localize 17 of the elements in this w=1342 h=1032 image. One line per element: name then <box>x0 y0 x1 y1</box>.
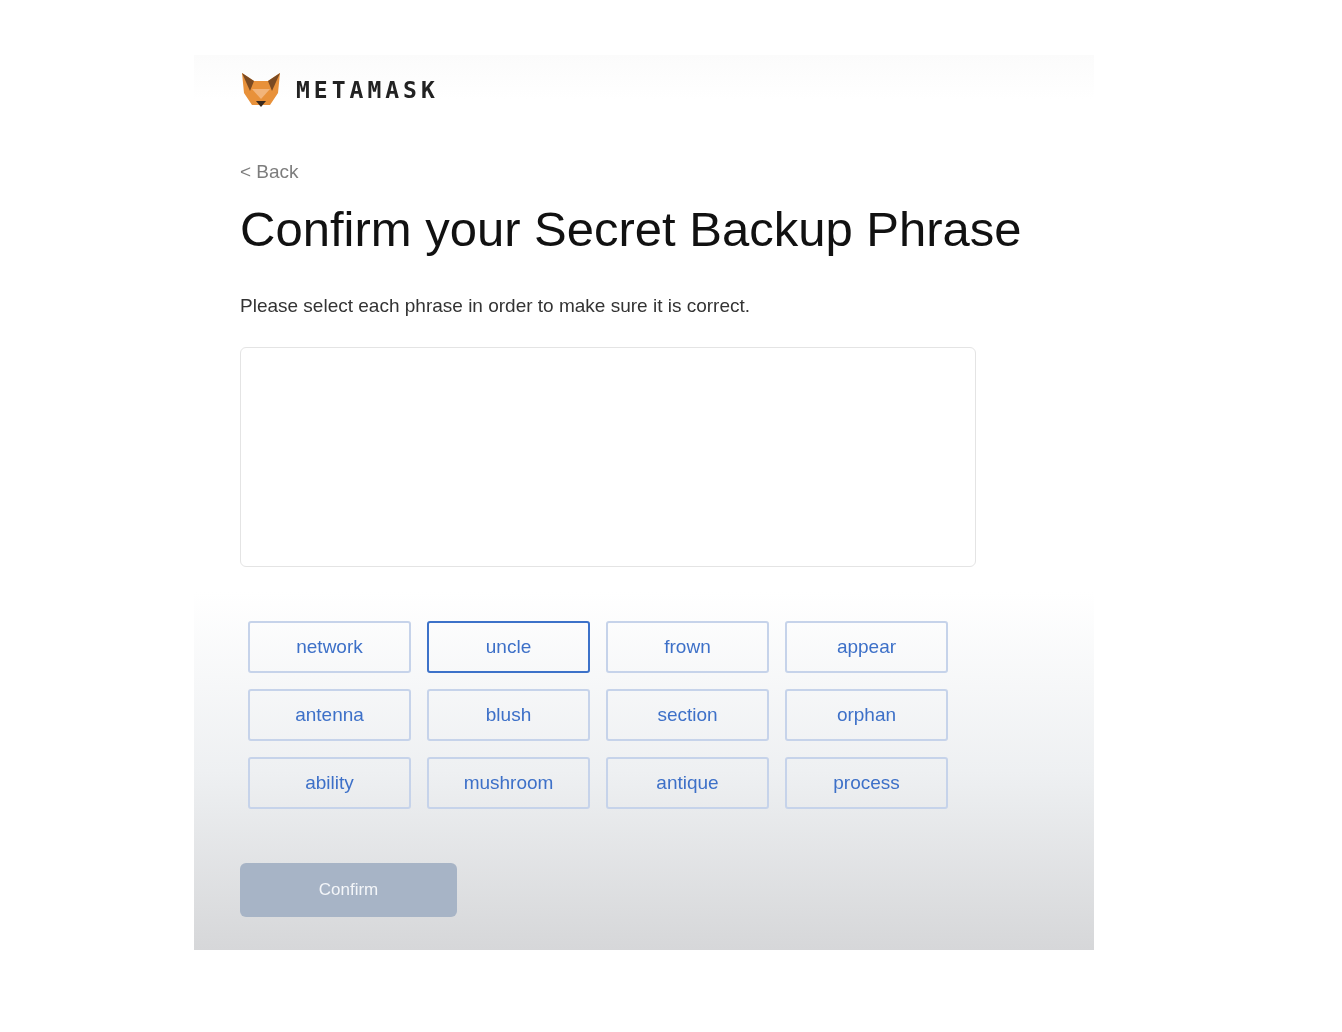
word-button[interactable]: ability <box>248 757 411 809</box>
word-button[interactable]: mushroom <box>427 757 590 809</box>
instructions-text: Please select each phrase in order to make sure it is correct. <box>240 295 751 317</box>
word-button[interactable]: antenna <box>248 689 411 741</box>
page-title: Confirm your Secret Backup Phrase <box>240 201 1022 257</box>
word-button[interactable]: process <box>785 757 948 809</box>
word-button[interactable]: uncle <box>427 621 590 673</box>
word-button[interactable]: antique <box>606 757 769 809</box>
word-button[interactable]: appear <box>785 621 948 673</box>
word-button[interactable]: orphan <box>785 689 948 741</box>
logo-wordmark: METAMASK <box>296 77 439 103</box>
word-button[interactable]: blush <box>427 689 590 741</box>
fox-icon <box>240 71 282 109</box>
back-link[interactable]: < Back <box>240 161 299 183</box>
word-button[interactable]: section <box>606 689 769 741</box>
word-button[interactable]: frown <box>606 621 769 673</box>
word-button[interactable]: network <box>248 621 411 673</box>
